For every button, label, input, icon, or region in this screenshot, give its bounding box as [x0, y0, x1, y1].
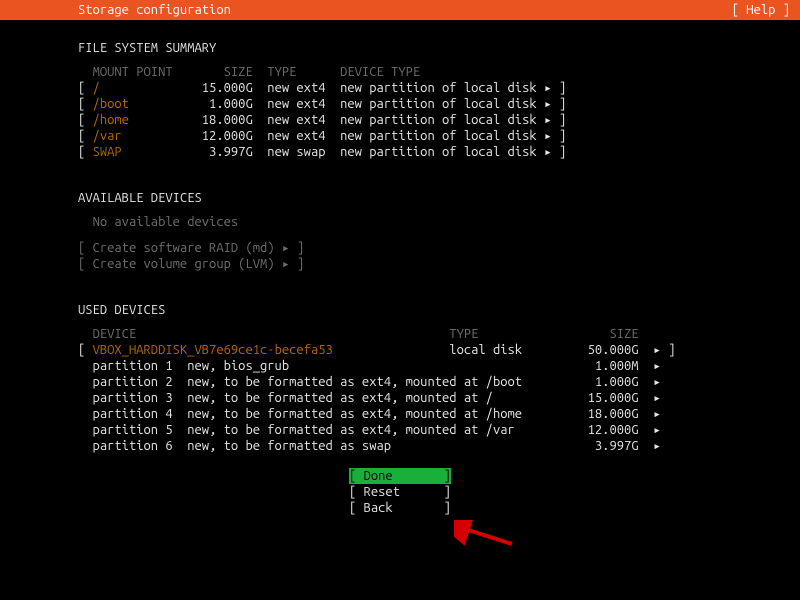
- title-bar: Storage configuration [ Help ]: [0, 0, 800, 20]
- partition-row[interactable]: partition 6 new, to be formatted as swap…: [78, 438, 790, 454]
- create-lvm-option[interactable]: [ Create volume group (LVM) ▸ ]: [78, 256, 790, 272]
- page-title: Storage configuration: [10, 2, 231, 18]
- back-button[interactable]: [ Back ]: [349, 500, 451, 516]
- fs-row[interactable]: [ /var 12.000G new ext4 new partition of…: [78, 128, 790, 144]
- fs-header: MOUNT POINT SIZE TYPE DEVICE TYPE: [78, 64, 790, 80]
- disk-row[interactable]: [ VBOX_HARDDISK_VB7e69ce1c-becefa53 loca…: [78, 342, 790, 358]
- reset-button[interactable]: [ Reset ]: [349, 484, 451, 500]
- section-used: USED DEVICES: [78, 302, 790, 318]
- arrow-annotation: [454, 520, 514, 548]
- fs-row[interactable]: [ /boot 1.000G new ext4 new partition of…: [78, 96, 790, 112]
- no-devices-text: No available devices: [78, 214, 790, 230]
- partition-row[interactable]: partition 2 new, to be formatted as ext4…: [78, 374, 790, 390]
- fs-row[interactable]: [ / 15.000G new ext4 new partition of lo…: [78, 80, 790, 96]
- create-raid-option[interactable]: [ Create software RAID (md) ▸ ]: [78, 240, 790, 256]
- used-header: DEVICE TYPE SIZE: [78, 326, 790, 342]
- partition-row[interactable]: partition 5 new, to be formatted as ext4…: [78, 422, 790, 438]
- action-buttons: [ Done ] [ Reset ] [ Back ]: [10, 468, 790, 516]
- partition-row[interactable]: partition 3 new, to be formatted as ext4…: [78, 390, 790, 406]
- section-fs-summary: FILE SYSTEM SUMMARY: [78, 40, 790, 56]
- partition-row[interactable]: partition 4 new, to be formatted as ext4…: [78, 406, 790, 422]
- fs-row[interactable]: [ SWAP 3.997G new swap new partition of …: [78, 144, 790, 160]
- fs-row[interactable]: [ /home 18.000G new ext4 new partition o…: [78, 112, 790, 128]
- section-available: AVAILABLE DEVICES: [78, 190, 790, 206]
- partition-row[interactable]: partition 1 new, bios_grub 1.000M ▸: [78, 358, 790, 374]
- help-button[interactable]: [ Help ]: [732, 2, 790, 18]
- done-button[interactable]: [ Done ]: [349, 468, 451, 484]
